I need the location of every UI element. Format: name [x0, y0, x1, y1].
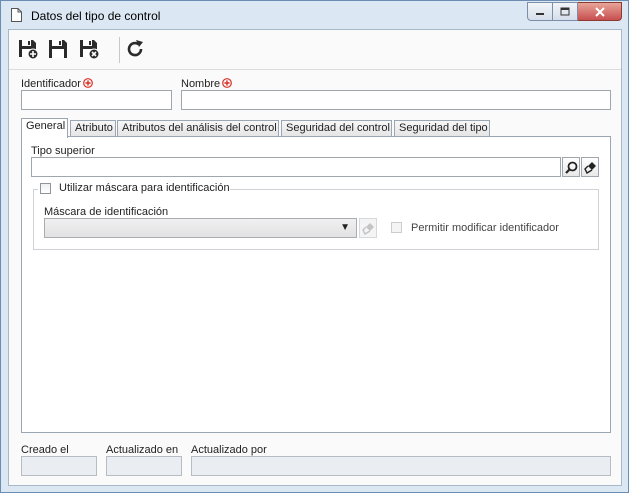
refresh-icon — [127, 40, 143, 57]
mask-clear-button[interactable] — [359, 218, 377, 238]
search-icon — [564, 161, 577, 174]
minimize-button[interactable] — [527, 2, 553, 21]
refresh-button[interactable] — [123, 37, 147, 61]
tab-atributo[interactable]: Atributo — [70, 120, 116, 137]
window-title: Datos del tipo de control — [31, 9, 161, 23]
eraser-icon — [583, 161, 596, 174]
creado-label: Creado el — [21, 444, 69, 456]
dialog-window: Datos del tipo de control Identificador … — [0, 0, 629, 493]
identificador-label-text: Identificador — [21, 78, 81, 90]
search-button[interactable] — [562, 157, 580, 177]
minimize-icon — [536, 12, 544, 15]
actualizado-en-label: Actualizado en — [106, 444, 179, 456]
maximize-icon — [560, 7, 570, 15]
save-and-new-button[interactable] — [16, 37, 40, 61]
nombre-input[interactable] — [181, 90, 611, 110]
clear-button[interactable] — [581, 157, 599, 177]
identificador-label: Identificador — [21, 78, 93, 90]
creado-field — [21, 456, 97, 476]
allow-modify-checkbox[interactable] — [391, 222, 402, 233]
maximize-button[interactable] — [553, 2, 578, 21]
actualizado-en-field — [106, 456, 182, 476]
tab-panel-general: Tipo superior Utilizar máscara para iden… — [21, 136, 611, 433]
toolbar — [9, 30, 621, 70]
close-button[interactable] — [578, 2, 622, 21]
document-icon — [11, 8, 22, 22]
toolbar-separator — [119, 37, 120, 63]
tab-atributos-analisis[interactable]: Atributos del análisis del control — [117, 120, 279, 137]
tab-seguridad-control[interactable]: Seguridad del control — [281, 120, 392, 137]
nombre-label-text: Nombre — [181, 78, 221, 90]
mask-select[interactable]: ▼ — [44, 218, 357, 238]
save-close-icon — [80, 40, 100, 60]
mask-checkbox-label[interactable]: Utilizar máscara para identificación — [59, 182, 230, 194]
allow-modify-label[interactable]: Permitir modificar identificador — [411, 222, 559, 234]
chevron-down-icon: ▼ — [340, 222, 350, 233]
save-icon — [49, 40, 67, 58]
tipo-superior-label: Tipo superior — [31, 145, 95, 157]
save-new-icon — [19, 40, 39, 60]
actualizado-por-field — [191, 456, 611, 476]
required-icon — [83, 78, 93, 88]
nombre-label: Nombre — [181, 78, 233, 90]
tipo-superior-input[interactable] — [31, 157, 561, 177]
mask-checkbox[interactable] — [40, 183, 51, 194]
mask-groupbox: Utilizar máscara para identificación Más… — [33, 182, 599, 250]
actualizado-por-label: Actualizado por — [191, 444, 267, 456]
tab-general[interactable]: General — [21, 118, 68, 138]
save-button[interactable] — [46, 37, 70, 61]
tab-seguridad-tipo[interactable]: Seguridad del tipo — [394, 120, 490, 137]
save-and-close-button[interactable] — [77, 37, 101, 61]
mask-label: Máscara de identificación — [44, 206, 169, 218]
title-bar[interactable]: Datos del tipo de control — [1, 1, 628, 29]
dialog-body: Identificador Nombre General Atributo At… — [8, 29, 622, 486]
eraser-icon — [361, 222, 374, 235]
mask-groupbox-header: Utilizar máscara para identificación — [38, 182, 230, 196]
identificador-input[interactable] — [21, 90, 172, 110]
required-icon — [222, 78, 233, 88]
close-icon — [594, 6, 605, 17]
